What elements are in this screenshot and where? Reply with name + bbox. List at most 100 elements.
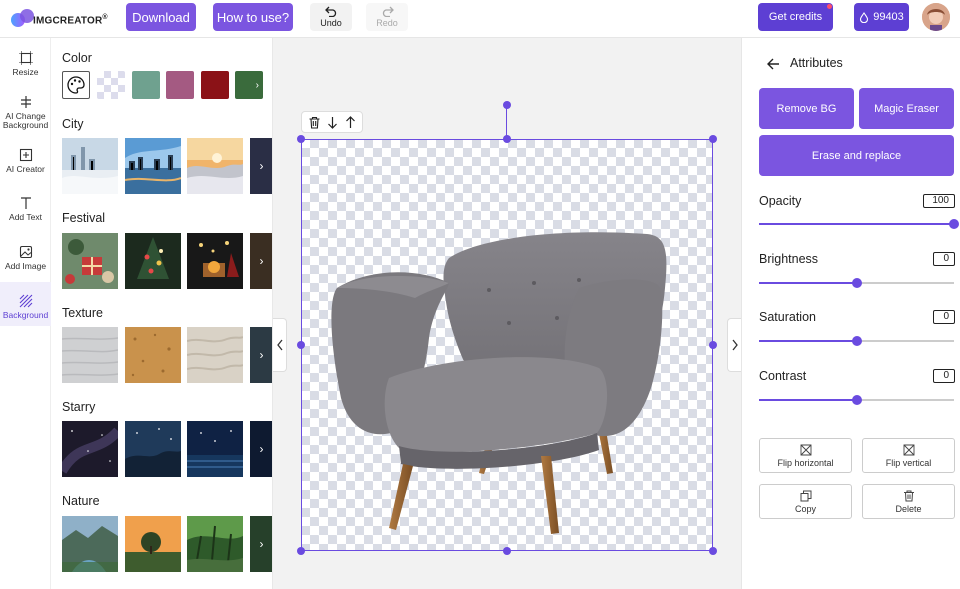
rail-label: Background [2,310,49,320]
rail-item-resize[interactable]: Resize [0,51,51,81]
opacity-value-input[interactable]: 100 [923,194,955,208]
festival-more-button[interactable]: › [250,233,272,289]
city-thumbnail[interactable] [62,138,118,194]
copy-icon [800,490,811,501]
remove-bg-button[interactable]: Remove BG [759,88,854,129]
flip-horizontal-icon [800,444,811,455]
city-thumbnails: › [62,138,272,194]
contrast-slider-knob[interactable] [852,395,862,405]
magic-eraser-button[interactable]: Magic Eraser [859,88,954,129]
logo-text: IMGCREATOR® [33,14,108,27]
rail-item-add-image[interactable]: Add Image [0,245,51,275]
credit-count-badge[interactable]: 99403 [854,3,909,31]
starry-more-button[interactable]: › [250,421,272,477]
festival-thumbnail[interactable] [187,233,243,289]
rail-item-add-text[interactable]: Add Text [0,196,51,226]
contrast-label: Contrast [759,369,807,383]
how-to-use-button[interactable]: How to use? [213,3,293,31]
texture-thumbnail[interactable] [125,327,181,383]
color-swatch[interactable] [132,71,160,99]
color-picker-button[interactable] [62,71,90,99]
saturation-value-input[interactable]: 0 [933,310,955,324]
rotate-handle[interactable] [503,101,511,109]
opacity-label: Opacity [759,194,802,208]
get-credits-button[interactable]: Get credits [758,3,833,31]
logo[interactable]: IMGCREATOR® [10,6,108,30]
back-arrow-icon[interactable] [766,57,780,71]
nature-thumbnail[interactable] [187,516,243,572]
starry-thumbnail[interactable] [187,421,243,477]
undo-label: Undo [320,18,342,28]
city-more-button[interactable]: › [250,138,272,194]
rail-item-ai-creator[interactable]: AI Creator [0,148,51,178]
texture-more-button[interactable]: › [250,327,272,383]
starry-section-title: Starry [62,400,96,414]
festival-thumbnail[interactable] [62,233,118,289]
rail-item-background[interactable]: Background [0,282,51,326]
nature-thumbnail[interactable] [62,516,118,572]
undo-button[interactable]: Undo [310,3,352,31]
contrast-slider[interactable] [759,395,954,405]
color-swatch-more[interactable]: › [235,71,263,99]
texture-thumbnails: › [62,327,272,383]
opacity-slider[interactable] [759,219,959,229]
color-section-title: Color [62,51,92,65]
copy-button[interactable]: Copy [759,484,852,519]
rail-label: Add Text [9,212,42,222]
resize-handle-bottom-left[interactable] [297,547,305,555]
trash-icon[interactable] [308,116,321,129]
resize-handle-right[interactable] [709,341,717,349]
chevron-right-icon: › [259,348,264,362]
chevron-left-icon [276,339,283,351]
resize-handle-top-right[interactable] [709,135,717,143]
resize-handle-left[interactable] [297,341,305,349]
saturation-slider-knob[interactable] [852,336,862,346]
festival-thumbnail[interactable] [125,233,181,289]
delete-button[interactable]: Delete [862,484,955,519]
flip-horizontal-button[interactable]: Flip horizontal [759,438,852,473]
tool-rail: Resize AI Change Background AI Creator A… [0,38,51,589]
collapse-left-panel-button[interactable] [273,318,287,372]
starry-thumbnail[interactable] [62,421,118,477]
opacity-slider-knob[interactable] [949,219,959,229]
transparent-swatch[interactable] [97,71,125,99]
rail-label: AI Creator [6,164,45,174]
starry-thumbnail[interactable] [125,421,181,477]
canvas-area [273,38,741,589]
festival-section-title: Festival [62,211,106,225]
flip-vertical-button[interactable]: Flip vertical [862,438,955,473]
object-toolbar [301,111,363,133]
color-swatch[interactable] [166,71,194,99]
resize-handle-top-left[interactable] [297,135,305,143]
redo-button[interactable]: Redo [366,3,408,31]
rail-item-ai-change-background[interactable]: AI Change Background [0,95,51,131]
resize-handle-top[interactable] [503,135,511,143]
color-swatch[interactable] [201,71,229,99]
collapse-right-panel-button[interactable] [727,318,741,372]
nature-thumbnail[interactable] [125,516,181,572]
brightness-slider-knob[interactable] [852,278,862,288]
avatar[interactable] [922,3,950,31]
city-thumbnail[interactable] [125,138,181,194]
resize-handle-bottom[interactable] [503,547,511,555]
brightness-slider[interactable] [759,278,954,288]
ai-change-background-icon [20,96,31,108]
text-icon [20,197,31,209]
saturation-label: Saturation [759,310,816,324]
erase-and-replace-button[interactable]: Erase and replace [759,135,954,176]
contrast-value-input[interactable]: 0 [933,369,955,383]
copy-label: Copy [794,503,816,514]
texture-thumbnail[interactable] [62,327,118,383]
resize-handle-bottom-right[interactable] [709,547,717,555]
nature-thumbnails: › [62,516,272,572]
brightness-value-input[interactable]: 0 [933,252,955,266]
arrow-up-icon[interactable] [344,115,357,129]
saturation-slider[interactable] [759,336,954,346]
rail-label: AI Change Background [2,111,49,130]
city-thumbnail[interactable] [187,138,243,194]
download-button[interactable]: Download [126,3,196,31]
rail-label: Add Image [4,261,47,271]
texture-thumbnail[interactable] [187,327,243,383]
nature-more-button[interactable]: › [250,516,272,572]
arrow-down-icon[interactable] [326,116,339,129]
